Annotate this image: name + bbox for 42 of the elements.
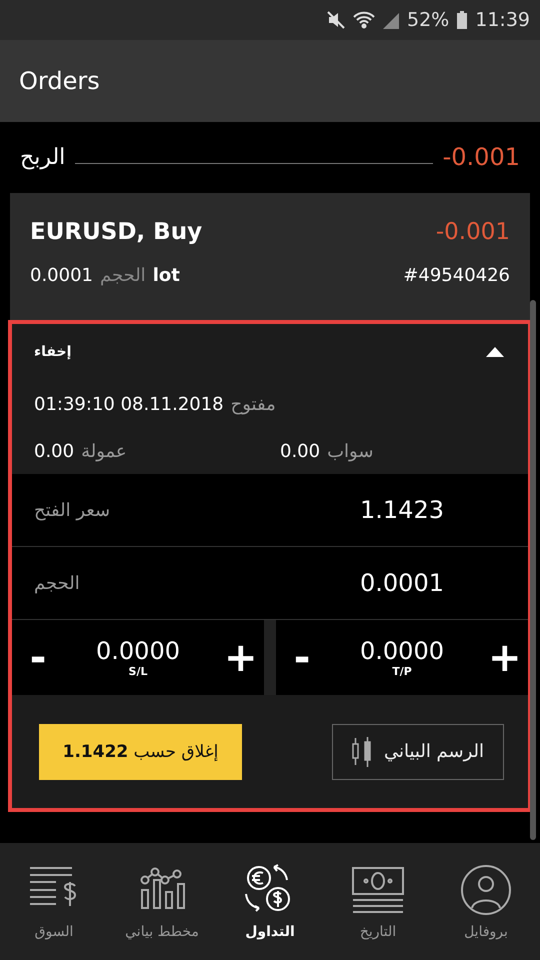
field-label: الحجم (34, 572, 80, 594)
field-value: 1.1423 (360, 496, 444, 524)
signal-icon (383, 11, 399, 29)
minus-button[interactable]: - (20, 638, 56, 678)
plus-button[interactable]: + (484, 638, 520, 678)
wifi-icon (353, 11, 375, 29)
hide-toggle[interactable]: إخفاء (12, 324, 528, 380)
plus-button[interactable]: + (220, 638, 256, 678)
stepper-caption: S/L (128, 665, 148, 678)
nav-tab[interactable]: مخطط بياني (108, 843, 216, 960)
stepper-value: 0.0000 (360, 637, 444, 665)
order-symbol: EURUSD, Buy (30, 219, 202, 245)
nav-tab[interactable]: السوق (0, 843, 108, 960)
volume-label: الحجم (100, 265, 146, 286)
open-time-label: مفتوح (230, 394, 276, 414)
swap-value: 0.00 (280, 440, 320, 462)
field-value: 0.0001 (360, 569, 444, 597)
battery-icon (457, 11, 468, 29)
battery-percent: 52% (407, 9, 450, 31)
field-label: سعر الفتح (34, 500, 110, 520)
stepper-value: 0.0000 (96, 637, 180, 665)
nav-tab[interactable]: التداول (216, 843, 324, 960)
mute-icon (327, 11, 345, 29)
nav-tab[interactable]: بروفايل (432, 843, 540, 960)
screen-title: Orders (19, 67, 100, 95)
commission-value: 0.00 (34, 440, 74, 462)
user-avatar-icon (458, 864, 514, 916)
candlestick-icon (352, 736, 372, 768)
commission-label: عمولة (81, 440, 127, 462)
lot-unit: lot (152, 265, 180, 286)
chart-button[interactable]: الرسم البياني (332, 724, 504, 780)
order-profit: -0.001 (436, 219, 510, 245)
volume-value: 0.0001 (30, 265, 93, 286)
ticket-number: #49540426 (403, 265, 510, 286)
nav-tab[interactable]: التاريخ (324, 843, 432, 960)
open-time: 01:39:10 08.11.2018 (34, 394, 224, 414)
profit-label: الربح (20, 144, 66, 170)
profit-value: -0.001 (442, 143, 520, 171)
swap-label: سواب (327, 440, 374, 462)
clock: 11:39 (475, 9, 530, 31)
stepper-caption: T/P (392, 665, 412, 678)
minus-button[interactable]: - (284, 638, 320, 678)
